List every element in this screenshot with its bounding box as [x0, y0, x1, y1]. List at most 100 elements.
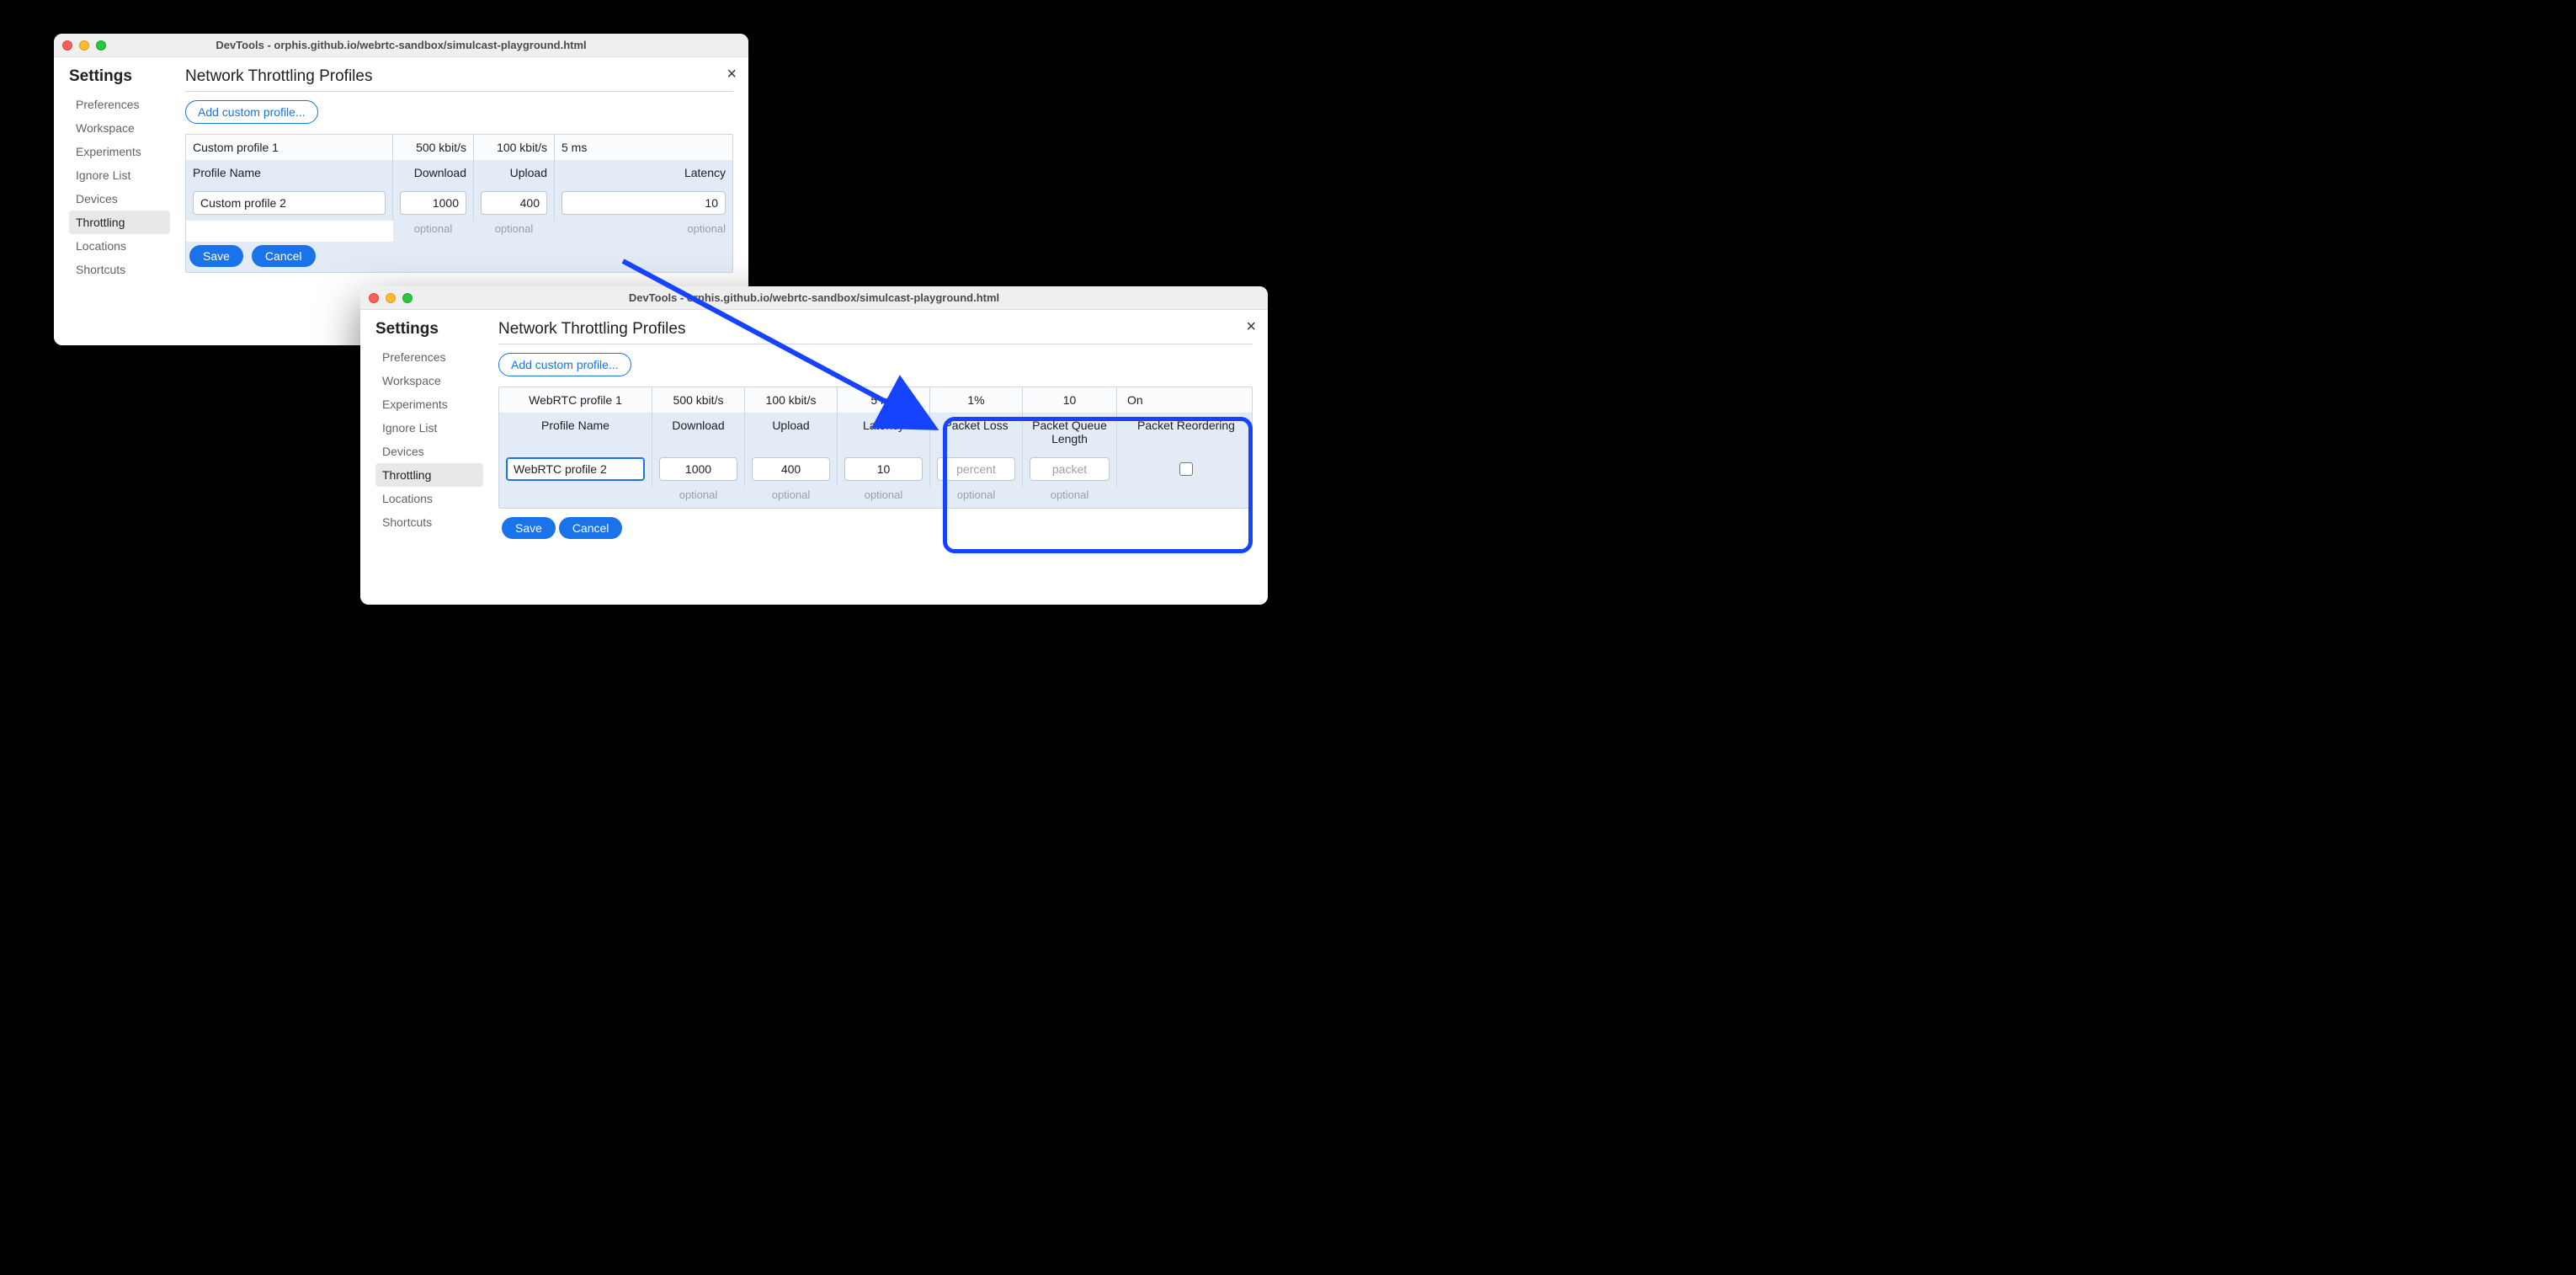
cancel-button[interactable]: Cancel: [559, 517, 623, 539]
cell-profile-name: Custom profile 1: [186, 135, 393, 160]
window-title: DevTools - orphis.github.io/webrtc-sandb…: [54, 39, 748, 51]
cell-download: 500 kbit/s: [652, 387, 745, 413]
titlebar: DevTools - orphis.github.io/webrtc-sandb…: [360, 286, 1268, 310]
packet-reorder-checkbox[interactable]: [1179, 462, 1193, 476]
window-content: × Settings Preferences Workspace Experim…: [360, 310, 1268, 605]
header-packet-queue: Packet Queue Length: [1023, 413, 1117, 451]
header-download: Download: [652, 413, 745, 451]
sidebar-item-experiments[interactable]: Experiments: [375, 392, 483, 416]
traffic-lights: [62, 40, 106, 51]
latency-input[interactable]: [562, 191, 726, 215]
optional-hint-row: . optional optional optional optional op…: [499, 487, 1252, 508]
optional-label: optional: [652, 487, 745, 508]
minimize-window-icon[interactable]: [79, 40, 89, 51]
sidebar-item-shortcuts[interactable]: Shortcuts: [69, 258, 170, 281]
cell-latency: 5 ms: [838, 387, 930, 413]
table-row[interactable]: WebRTC profile 1 500 kbit/s 100 kbit/s 5…: [499, 387, 1252, 413]
settings-heading: Settings: [375, 320, 483, 339]
optional-hint-row: . optional optional optional: [186, 221, 732, 242]
sidebar-item-locations[interactable]: Locations: [375, 487, 483, 510]
close-icon[interactable]: ×: [726, 66, 737, 83]
table-header: Profile Name Download Upload Latency Pac…: [499, 413, 1252, 451]
close-window-icon[interactable]: [369, 293, 379, 303]
download-input[interactable]: [400, 191, 466, 215]
settings-main: Network Throttling Profiles Add custom p…: [498, 320, 1253, 544]
optional-label: optional: [745, 487, 838, 508]
settings-main: Network Throttling Profiles Add custom p…: [185, 67, 733, 281]
edit-action-row: Save Cancel: [498, 509, 1253, 544]
settings-sidebar: Settings Preferences Workspace Experimen…: [69, 67, 170, 281]
header-latency: Latency: [555, 160, 732, 185]
packet-queue-input[interactable]: [1030, 457, 1110, 481]
table-row[interactable]: Custom profile 1 500 kbit/s 100 kbit/s 5…: [186, 135, 732, 160]
cell-upload: 100 kbit/s: [745, 387, 838, 413]
cell-latency: 5 ms: [555, 135, 732, 160]
edit-action-row: Save Cancel: [186, 242, 732, 272]
sidebar-item-experiments[interactable]: Experiments: [69, 140, 170, 163]
header-upload: Upload: [745, 413, 838, 451]
save-button[interactable]: Save: [189, 245, 243, 267]
cell-packet-reorder: On: [1117, 387, 1252, 413]
devtools-window-after: DevTools - orphis.github.io/webrtc-sandb…: [360, 286, 1268, 605]
save-button[interactable]: Save: [502, 517, 556, 539]
add-custom-profile-button[interactable]: Add custom profile...: [185, 100, 318, 124]
page-title: Network Throttling Profiles: [185, 67, 733, 86]
header-profile-name: Profile Name: [186, 160, 393, 185]
traffic-lights: [369, 293, 412, 303]
upload-input[interactable]: [481, 191, 547, 215]
settings-sidebar: Settings Preferences Workspace Experimen…: [375, 320, 483, 544]
header-profile-name: Profile Name: [499, 413, 652, 451]
table-header: Profile Name Download Upload Latency: [186, 160, 732, 185]
header-packet-loss: Packet Loss: [930, 413, 1023, 451]
header-download: Download: [393, 160, 474, 185]
optional-label: optional: [1023, 487, 1117, 508]
sidebar-item-throttling[interactable]: Throttling: [69, 211, 170, 234]
window-title: DevTools - orphis.github.io/webrtc-sandb…: [360, 291, 1268, 304]
sidebar-item-workspace[interactable]: Workspace: [375, 369, 483, 392]
cell-download: 500 kbit/s: [393, 135, 474, 160]
sidebar-item-ignore-list[interactable]: Ignore List: [375, 416, 483, 440]
sidebar-item-devices[interactable]: Devices: [375, 440, 483, 463]
cell-profile-name: WebRTC profile 1: [499, 387, 652, 413]
profile-name-input[interactable]: [193, 191, 386, 215]
sidebar-item-ignore-list[interactable]: Ignore List: [69, 163, 170, 187]
settings-heading: Settings: [69, 67, 170, 86]
cell-packet-queue: 10: [1023, 387, 1117, 413]
sidebar-item-devices[interactable]: Devices: [69, 187, 170, 211]
header-upload: Upload: [474, 160, 555, 185]
zoom-window-icon[interactable]: [96, 40, 106, 51]
cell-packet-loss: 1%: [930, 387, 1023, 413]
divider: [185, 91, 733, 92]
upload-input[interactable]: [752, 457, 830, 481]
profiles-table: WebRTC profile 1 500 kbit/s 100 kbit/s 5…: [498, 387, 1253, 509]
sidebar-item-preferences[interactable]: Preferences: [375, 345, 483, 369]
sidebar-item-workspace[interactable]: Workspace: [69, 116, 170, 140]
header-packet-reorder: Packet Reordering: [1117, 413, 1252, 451]
sidebar-item-throttling[interactable]: Throttling: [375, 463, 483, 487]
add-custom-profile-button[interactable]: Add custom profile...: [498, 353, 631, 376]
table-edit-row: [499, 451, 1252, 487]
latency-input[interactable]: [844, 457, 923, 481]
cancel-button[interactable]: Cancel: [252, 245, 316, 267]
profiles-table: Custom profile 1 500 kbit/s 100 kbit/s 5…: [185, 134, 733, 273]
close-window-icon[interactable]: [62, 40, 72, 51]
close-icon[interactable]: ×: [1246, 318, 1256, 335]
cell-upload: 100 kbit/s: [474, 135, 555, 160]
titlebar: DevTools - orphis.github.io/webrtc-sandb…: [54, 34, 748, 57]
optional-label: optional: [555, 221, 732, 242]
header-latency: Latency: [838, 413, 930, 451]
profile-name-input[interactable]: [506, 457, 645, 481]
sidebar-item-locations[interactable]: Locations: [69, 234, 170, 258]
sidebar-item-preferences[interactable]: Preferences: [69, 93, 170, 116]
packet-loss-input[interactable]: [937, 457, 1015, 481]
sidebar-item-shortcuts[interactable]: Shortcuts: [375, 510, 483, 534]
optional-label: optional: [838, 487, 930, 508]
page-title: Network Throttling Profiles: [498, 320, 1253, 339]
optional-label: optional: [393, 221, 474, 242]
table-edit-row: [186, 185, 732, 221]
optional-label: optional: [474, 221, 555, 242]
optional-label: optional: [930, 487, 1023, 508]
minimize-window-icon[interactable]: [386, 293, 396, 303]
zoom-window-icon[interactable]: [402, 293, 412, 303]
download-input[interactable]: [659, 457, 737, 481]
